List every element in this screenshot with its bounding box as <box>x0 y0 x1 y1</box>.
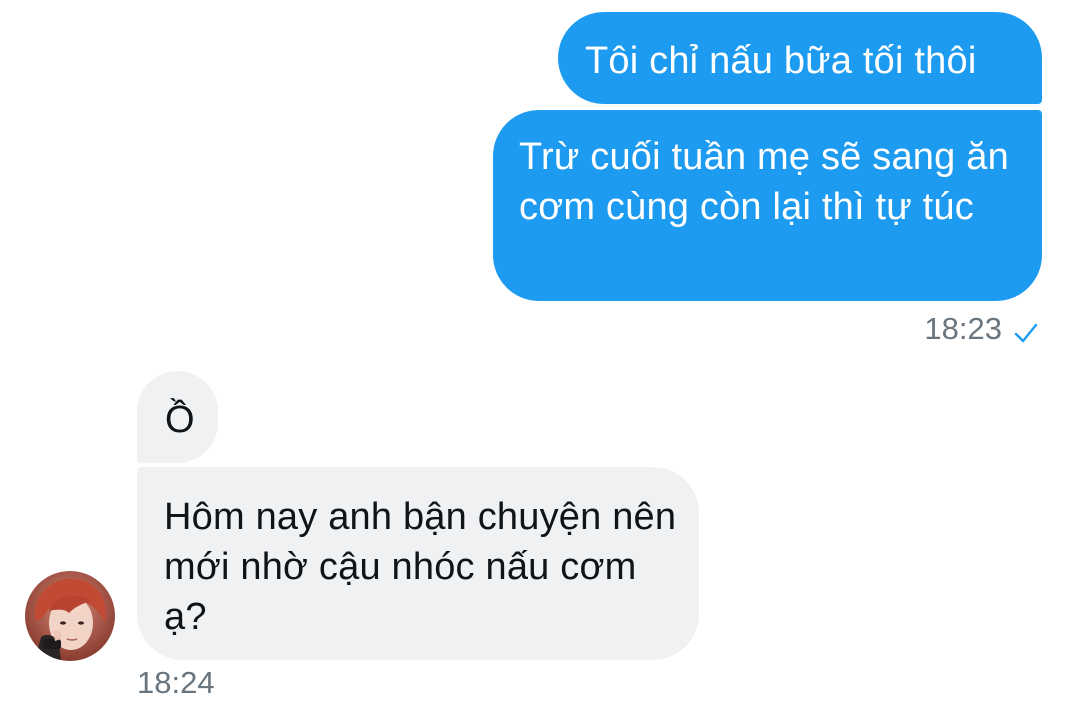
incoming-message-bubble[interactable]: Hôm nay anh bận chuyện nên mới nhờ cậu n… <box>137 467 699 660</box>
check-icon <box>1014 317 1038 343</box>
incoming-message-bubble[interactable]: Ồ <box>137 371 218 463</box>
outgoing-message-bubble[interactable]: Trừ cuối tuần mẹ sẽ sang ăn cơm cùng còn… <box>493 110 1042 301</box>
incoming-message-meta: 18:24 <box>137 665 215 701</box>
message-text: Trừ cuối tuần mẹ sẽ sang ăn cơm cùng còn… <box>519 136 1009 228</box>
message-text: Ồ <box>165 399 195 441</box>
message-timestamp: 18:24 <box>137 665 215 700</box>
avatar[interactable] <box>25 571 115 661</box>
message-timestamp: 18:23 <box>924 311 1002 346</box>
outgoing-message-bubble[interactable]: Tôi chỉ nấu bữa tối thôi <box>558 12 1042 104</box>
outgoing-message-meta: 18:23 <box>924 311 1038 347</box>
message-text: Hôm nay anh bận chuyện nên mới nhờ cậu n… <box>164 496 677 638</box>
message-text: Tôi chỉ nấu bữa tối thôi <box>585 40 977 82</box>
